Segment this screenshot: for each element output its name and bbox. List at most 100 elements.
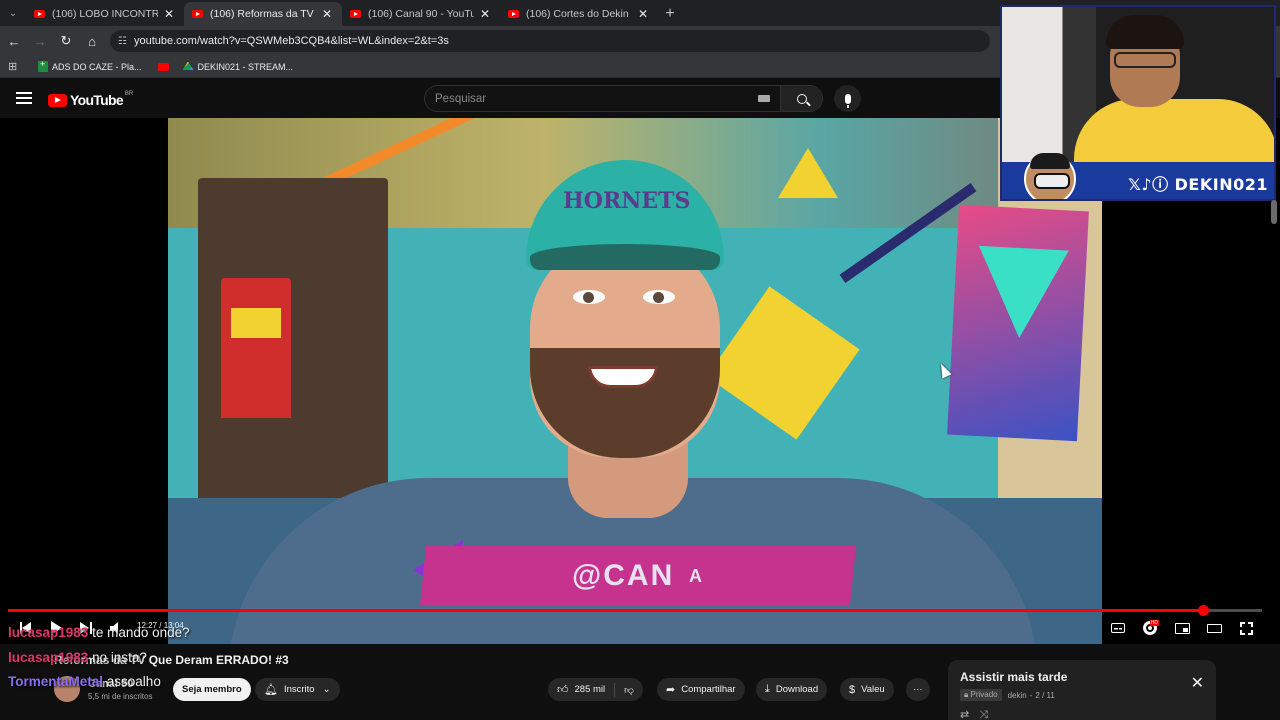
stream-handle: 𝕏♪ⓘ DEKIN021	[1127, 174, 1268, 194]
download-button[interactable]: ⤓ Download	[756, 678, 828, 701]
subtitles-icon	[1111, 623, 1125, 633]
chat-message: lucasap1983 no insta?	[8, 650, 147, 665]
progress-bar[interactable]	[8, 605, 1262, 616]
keyboard-icon[interactable]	[758, 95, 770, 102]
bookmark-item[interactable]: ADS DO CAZE - Pla...	[38, 59, 142, 72]
youtube-play-icon	[48, 93, 67, 107]
privacy-label: Privado	[970, 690, 998, 699]
address-bar[interactable]: ☷ youtube.com/watch?v=QSWMeb3CQB4&list=W…	[110, 30, 990, 52]
chat-message: lucasap1983 te mando onde?	[8, 625, 190, 640]
reload-icon[interactable]: ↻	[54, 29, 78, 53]
bookmark-item[interactable]: DEKIN021 - STREAM...	[182, 61, 294, 72]
page-scrollbar[interactable]	[1271, 200, 1277, 224]
subscribed-button[interactable]: 🔔︎ Inscrito ⌄	[255, 678, 340, 701]
tab-title: (106) Cortes do Dekin - YouTub	[526, 8, 632, 20]
forward-icon[interactable]: →	[28, 29, 52, 53]
apps-grid-icon[interactable]: ⊞	[8, 60, 22, 73]
browser-tab[interactable]: (106) Canal 90 - YouTube ✕	[342, 2, 500, 26]
like-dislike-group: 👍︎ 285 mil 👎︎	[548, 678, 643, 701]
separator: -	[1029, 690, 1033, 700]
progress-scrubber[interactable]	[1198, 605, 1210, 616]
like-icon[interactable]: 👍︎	[557, 683, 569, 696]
dislike-icon[interactable]: 👎︎	[624, 684, 634, 696]
gear-icon: HD	[1143, 620, 1159, 635]
subscriber-count: 5,5 mi de inscritos	[88, 692, 153, 701]
playlist-meta: 🔒︎ Privado dekin - 2 / 11	[960, 689, 1055, 701]
drive-icon	[182, 61, 194, 70]
thanks-label: Valeu	[861, 684, 885, 695]
webcam-person	[1074, 99, 1274, 169]
back-icon[interactable]: ←	[2, 29, 26, 53]
tab-close-icon[interactable]: ✕	[320, 7, 334, 21]
search-button[interactable]	[780, 86, 822, 111]
search-box[interactable]: Pesquisar	[424, 85, 823, 112]
webcam-person-glasses	[1114, 52, 1176, 68]
menu-icon[interactable]	[16, 92, 32, 104]
share-icon: ➦	[666, 684, 676, 696]
share-button[interactable]: ➦ Compartilhar	[657, 678, 745, 701]
miniplayer-icon	[1174, 622, 1190, 634]
tab-title: (106) Canal 90 - YouTube	[368, 8, 474, 20]
playlist-title[interactable]: Assistir mais tarde	[960, 670, 1067, 684]
tab-close-icon[interactable]: ✕	[478, 7, 492, 21]
subscribed-label: Inscrito	[283, 684, 315, 695]
streamer-avatar	[1024, 153, 1076, 199]
join-label: Seja membro	[182, 684, 242, 695]
hd-badge: HD	[1149, 620, 1159, 626]
join-button[interactable]: Seja membro	[173, 678, 251, 701]
fullscreen-button[interactable]	[1238, 618, 1254, 638]
playlist-panel: Assistir mais tarde 🔒︎ Privado dekin - 2…	[948, 660, 1216, 720]
settings-button[interactable]: HD	[1142, 618, 1159, 638]
miniplayer-button[interactable]	[1174, 618, 1190, 638]
fullscreen-icon	[1239, 621, 1253, 635]
chat-text: assoalho	[106, 674, 161, 689]
tab-close-icon[interactable]: ✕	[162, 7, 176, 21]
playlist-owner[interactable]: dekin	[1008, 691, 1027, 700]
home-icon[interactable]: ⌂	[80, 29, 104, 53]
chat-text: no insta?	[92, 650, 147, 665]
chat-username: lucasap1983	[8, 650, 89, 665]
loop-icon[interactable]: ⇄	[960, 709, 979, 720]
lower-third-text-2: A	[688, 565, 704, 586]
progress-played	[8, 609, 1204, 612]
browser-tab[interactable]: (106) Cortes do Dekin - YouTub ✕	[500, 2, 658, 26]
youtube-logo[interactable]: YouTube BR	[48, 91, 134, 108]
share-label: Compartilhar	[681, 684, 736, 695]
browser-tab-active[interactable]: (106) Reformas da TV Que Dera ✕	[184, 2, 342, 26]
microphone-icon	[844, 93, 851, 108]
new-tab-icon[interactable]: +	[658, 2, 682, 26]
cap-logo-text: HORNETS	[563, 188, 691, 214]
thanks-icon: $	[849, 683, 856, 696]
screen: ⌄ (106) LOBO INCONTROLÁVEL | ✕ (106) Ref…	[0, 0, 1280, 720]
search-input[interactable]: Pesquisar	[435, 93, 758, 105]
site-info-icon[interactable]: ☷	[118, 36, 127, 47]
shuffle-icon[interactable]: ⤨	[979, 709, 998, 720]
lower-third-text: @CAN	[572, 559, 675, 592]
voice-search-button[interactable]	[834, 85, 861, 112]
tab-close-icon[interactable]: ✕	[636, 7, 650, 21]
region-code: BR	[124, 91, 134, 97]
more-actions-button[interactable]: ···	[906, 678, 930, 701]
streamer-webcam: 𝕏♪ⓘ DEKIN021	[1000, 5, 1276, 201]
browser-tab[interactable]: (106) LOBO INCONTROLÁVEL | ✕	[26, 2, 184, 26]
youtube-icon	[157, 62, 169, 71]
more-icon: ···	[913, 684, 923, 695]
tab-title: (106) Reformas da TV Que Dera	[210, 8, 316, 20]
like-count[interactable]: 285 mil	[575, 684, 606, 695]
youtube-favicon-icon	[34, 10, 45, 18]
url-text: youtube.com/watch?v=QSWMeb3CQB4&list=WL&…	[133, 35, 449, 47]
chat-text: te mando onde?	[92, 625, 190, 640]
subtitles-button[interactable]	[1110, 618, 1126, 638]
chevron-down-icon: ⌄	[322, 684, 331, 695]
tab-search-menu-icon[interactable]: ⌄	[0, 0, 26, 26]
youtube-favicon-icon	[192, 10, 203, 18]
video-frame[interactable]: HORNETS @CAN A	[168, 118, 1102, 644]
thanks-button[interactable]: $ Valeu	[840, 678, 894, 701]
theater-mode-button[interactable]	[1206, 618, 1222, 638]
bookmark-label: DEKIN021 - STREAM...	[197, 61, 294, 72]
chat-message: TormentaMetal assoalho	[8, 674, 161, 689]
close-icon[interactable]: ✕	[1191, 676, 1204, 692]
bookmark-label: ADS DO CAZE - Pla...	[52, 61, 142, 72]
bookmark-item[interactable]	[150, 62, 169, 71]
divider	[614, 682, 616, 697]
